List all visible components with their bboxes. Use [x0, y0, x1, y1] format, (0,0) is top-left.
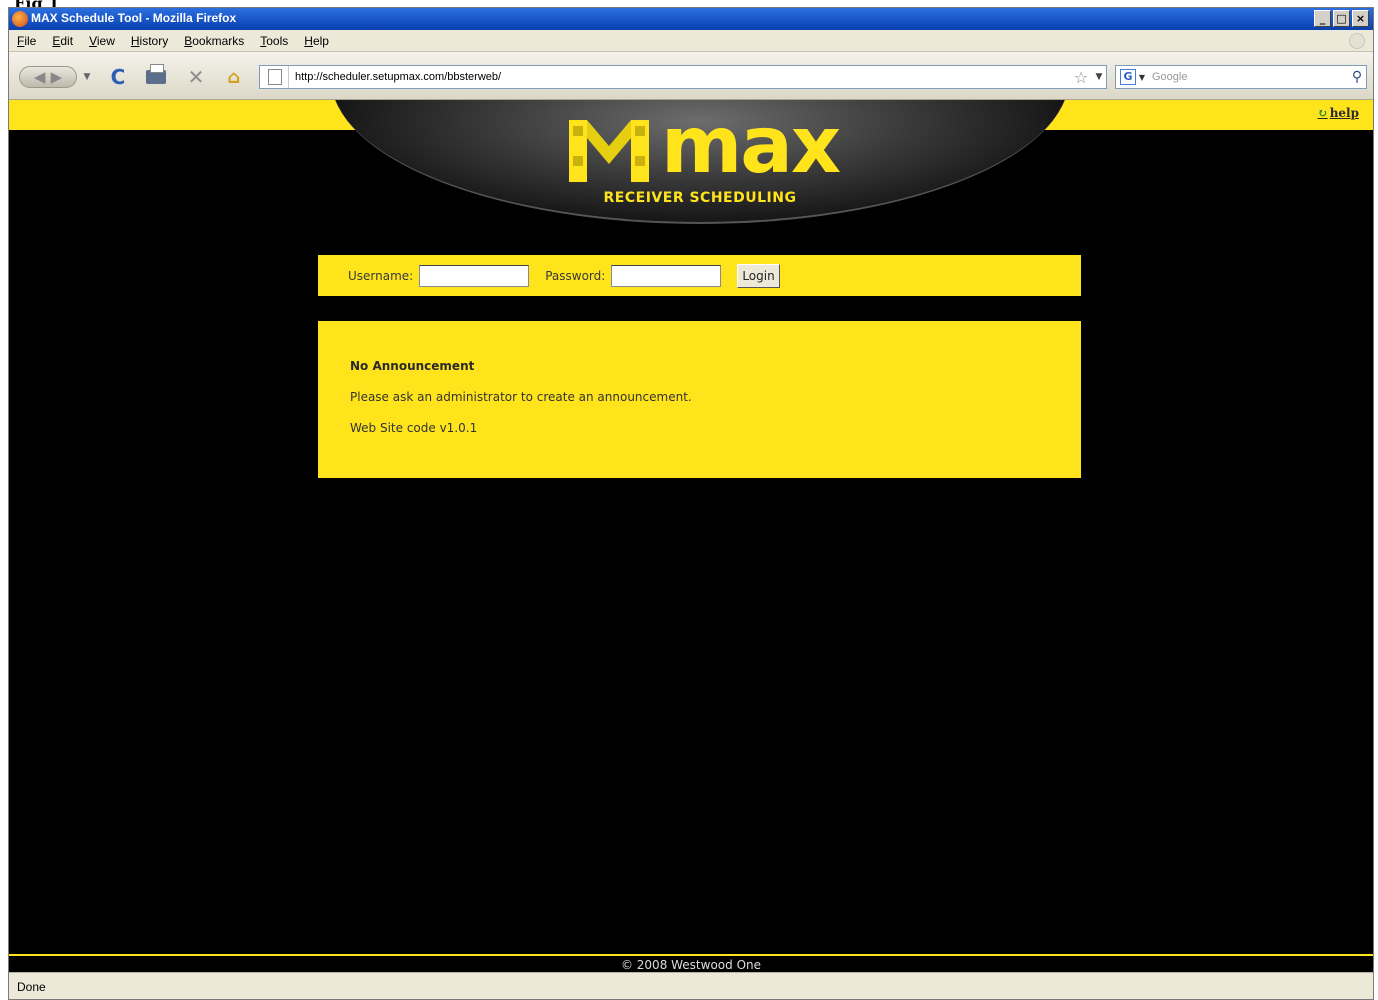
close-button[interactable]: × — [1352, 10, 1369, 27]
history-dropdown-icon[interactable]: ▼ — [81, 66, 93, 88]
page-icon — [268, 69, 282, 85]
announcement-title: No Announcement — [350, 359, 475, 373]
menu-history[interactable]: History — [131, 34, 168, 48]
search-bar[interactable]: G ▼ Google ⚲ — [1115, 65, 1367, 89]
help-icon: ↻ — [1317, 106, 1328, 120]
site-version: Web Site code v1.0.1 — [350, 421, 478, 435]
stop-icon[interactable]: ✕ — [185, 65, 207, 89]
username-label: Username: — [348, 268, 414, 283]
page-viewport: ↻ help max RECEIVER SCHEDULING Username:… — [9, 100, 1373, 972]
logo-subtitle: RECEIVER SCHEDULING — [603, 190, 797, 206]
firefox-icon — [12, 11, 28, 27]
reload-icon[interactable]: C — [107, 65, 129, 89]
status-bar: Done — [9, 972, 1373, 999]
help-link[interactable]: ↻ help — [1318, 106, 1359, 120]
browser-window: MAX Schedule Tool - Mozilla Firefox _ □ … — [8, 7, 1374, 1000]
announcement-panel: No Announcement Please ask an administra… — [318, 321, 1081, 478]
search-engine-dropdown-icon[interactable]: ▼ — [1136, 73, 1148, 82]
google-icon[interactable]: G — [1120, 69, 1136, 85]
back-forward-icon[interactable]: ◀ ▶ — [19, 66, 77, 88]
login-form: Username: Password: Login — [318, 255, 1081, 296]
password-label: Password: — [545, 268, 606, 283]
bookmark-star-icon[interactable]: ☆ — [1070, 68, 1092, 87]
max-cube-logo-icon — [569, 120, 649, 182]
url-text[interactable]: http://scheduler.setupmax.com/bbsterweb/ — [288, 66, 1070, 88]
minimize-button[interactable]: _ — [1314, 10, 1331, 27]
url-dropdown-icon[interactable]: ▼ — [1092, 72, 1106, 82]
window-title: MAX Schedule Tool - Mozilla Firefox — [31, 11, 237, 25]
footer-divider — [9, 954, 1373, 956]
menu-view[interactable]: View — [89, 34, 115, 48]
password-input[interactable] — [611, 264, 722, 287]
menu-tools[interactable]: Tools — [260, 34, 288, 48]
search-input[interactable]: Google — [1148, 71, 1348, 83]
title-bar[interactable]: MAX Schedule Tool - Mozilla Firefox _ □ … — [9, 8, 1373, 30]
announcement-message: Please ask an administrator to create an… — [350, 390, 692, 404]
address-bar[interactable]: http://scheduler.setupmax.com/bbsterweb/… — [259, 65, 1107, 89]
menu-bar: File Edit View History Bookmarks Tools H… — [9, 30, 1373, 52]
help-link-label: help — [1329, 106, 1359, 120]
menu-bookmarks[interactable]: Bookmarks — [184, 34, 244, 48]
throbber-icon — [1349, 33, 1365, 49]
username-input[interactable] — [419, 264, 530, 287]
navigation-toolbar: ◀ ▶ ▼ C ✕ ⌂ http://scheduler.setupmax.co… — [9, 52, 1373, 100]
status-text: Done — [17, 980, 46, 994]
menu-file[interactable]: File — [17, 34, 36, 48]
menu-edit[interactable]: Edit — [52, 34, 73, 48]
logo-header: max RECEIVER SCHEDULING — [331, 100, 1069, 224]
search-icon[interactable]: ⚲ — [1348, 69, 1366, 85]
login-button[interactable]: Login — [737, 263, 780, 288]
maximize-button[interactable]: □ — [1333, 10, 1350, 27]
window-controls: _ □ × — [1314, 10, 1369, 27]
home-icon[interactable]: ⌂ — [223, 66, 245, 88]
logo-wordmark: max — [661, 101, 841, 191]
copyright-footer: © 2008 Westwood One — [620, 958, 762, 972]
menu-help[interactable]: Help — [304, 34, 329, 48]
print-icon[interactable] — [144, 64, 168, 88]
